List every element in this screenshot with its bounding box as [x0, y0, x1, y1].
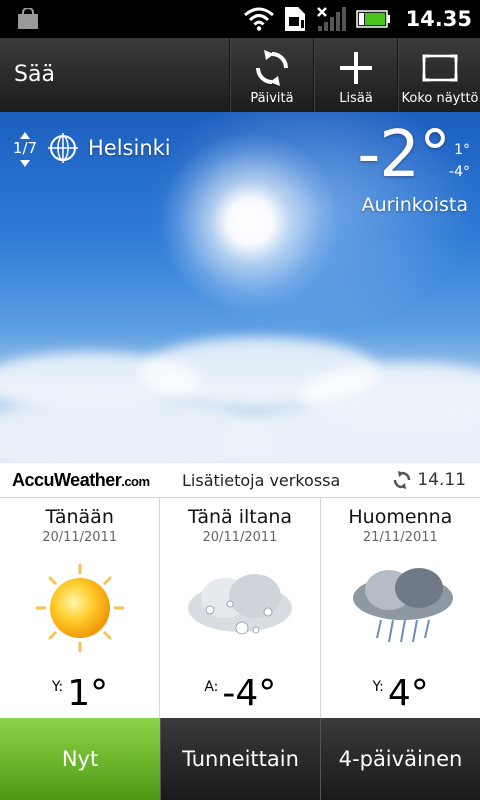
current-temperature: -2°: [357, 118, 451, 192]
updated-time: 14.11: [417, 470, 466, 490]
fullscreen-icon: [422, 54, 458, 82]
sun-icon: [36, 564, 124, 652]
bottom-tabs: Nyt Tunneittain 4-päiväinen: [0, 718, 480, 800]
high-temperature: 1°: [454, 142, 470, 158]
sim-card-icon: [284, 7, 305, 31]
temp-prefix: Y:: [51, 679, 64, 695]
forecast-panel: Tänään 20/11/2011 Y: 1° Tänä iltana 20/11…: [0, 498, 480, 718]
add-button[interactable]: Lisää: [313, 38, 398, 112]
tab-4-day[interactable]: 4-päiväinen: [320, 718, 480, 800]
forecast-tonight[interactable]: Tänä iltana 20/11/2011 A: -4°: [160, 498, 321, 718]
forecast-date: 21/11/2011: [362, 530, 438, 545]
app-title: Sää: [14, 62, 55, 87]
temp-prefix: A:: [204, 679, 219, 695]
add-label: Lisää: [339, 91, 373, 106]
city-name[interactable]: Helsinki: [88, 136, 171, 160]
last-updated: 14.11: [393, 470, 466, 490]
forecast-title: Tänään: [45, 506, 114, 528]
fullscreen-button[interactable]: Koko näyttö: [397, 38, 480, 112]
refresh-button[interactable]: Päivitä: [229, 38, 314, 112]
more-info-link[interactable]: Lisätietoja verkossa: [182, 471, 340, 490]
shopping-bag-icon: [18, 8, 38, 29]
status-time: 14.35: [405, 7, 472, 31]
forecast-temperature: Y: 1°: [0, 673, 160, 714]
globe-icon[interactable]: [48, 133, 78, 163]
pager-text: 1/7: [12, 139, 38, 157]
tab-now[interactable]: Nyt: [0, 718, 160, 800]
arrow-down-icon: [20, 160, 30, 167]
temp-value: -4°: [222, 673, 277, 714]
condition-text: Aurinkoista: [361, 194, 468, 216]
temp-prefix: Y:: [372, 679, 384, 695]
forecast-tomorrow[interactable]: Huomenna 21/11/2011 Y: 4°: [321, 498, 480, 718]
forecast-today[interactable]: Tänään 20/11/2011 Y: 1°: [0, 498, 161, 718]
forecast-temperature: Y: 4°: [321, 673, 480, 714]
battery-icon: [355, 10, 390, 28]
status-bar: 14.35: [0, 0, 480, 38]
update-icon: [394, 471, 411, 489]
arrow-up-icon: [20, 132, 30, 139]
accuweather-strip: AccuWeather.com Lisätietoja verkossa 14.…: [0, 463, 480, 498]
action-bar: Sää Päivitä Lisää Koko näyttö: [0, 38, 480, 113]
forecast-date: 20/11/2011: [202, 530, 278, 545]
location-nav: 1/7 Helsinki: [8, 128, 171, 168]
refresh-label: Päivitä: [250, 91, 294, 106]
temp-value: 1°: [67, 673, 109, 714]
forecast-title: Huomenna: [348, 506, 453, 528]
signal-strength-icon: [316, 7, 346, 31]
logo-text: AccuWeather: [12, 470, 122, 490]
add-icon: [340, 52, 372, 84]
temp-value: 4°: [387, 673, 429, 714]
cloud: [220, 402, 480, 463]
sun-graphic: [160, 132, 340, 312]
low-temperature: -4°: [449, 164, 470, 180]
rain-cloud-icon: [352, 568, 453, 643]
accuweather-logo[interactable]: AccuWeather.com: [12, 470, 150, 491]
fullscreen-label: Koko näyttö: [401, 91, 479, 106]
weather-hero[interactable]: 1/7 Helsinki -2° 1° -4° Aurinkoista: [0, 112, 480, 463]
tab-hourly[interactable]: Tunneittain: [160, 718, 320, 800]
refresh-icon: [256, 50, 288, 86]
logo-com-text: .com: [121, 474, 150, 489]
snow-cloud-icon: [188, 574, 293, 635]
wifi-icon: [243, 7, 274, 31]
forecast-temperature: A: -4°: [160, 673, 320, 714]
forecast-title: Tänä iltana: [187, 506, 293, 528]
city-pager[interactable]: 1/7: [8, 128, 42, 168]
forecast-date: 20/11/2011: [42, 530, 118, 545]
